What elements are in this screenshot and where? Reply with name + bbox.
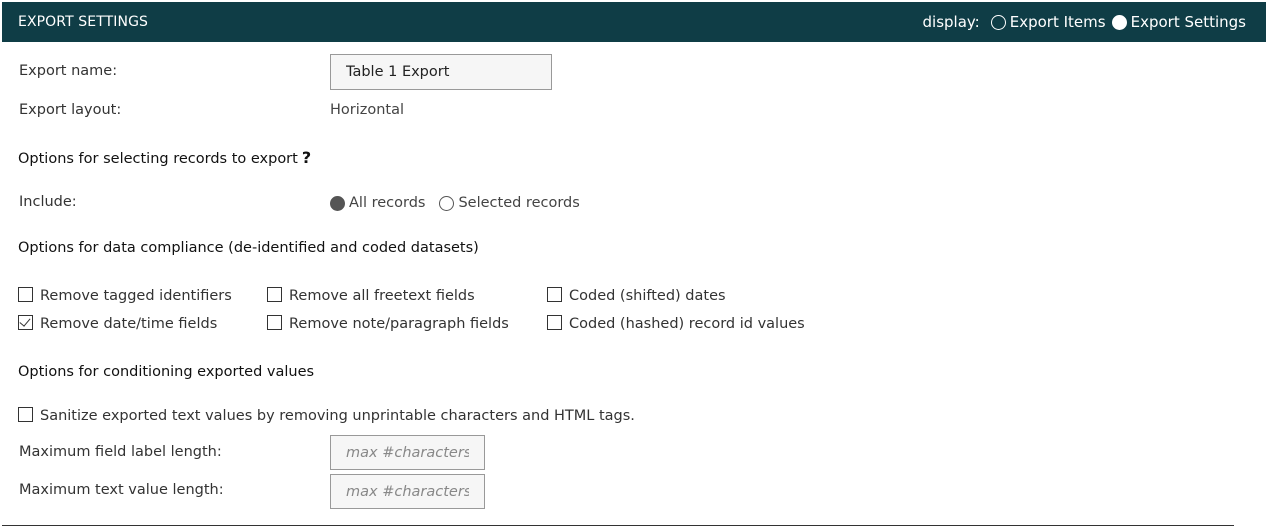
coded-hashed-record-id[interactable]: Coded (hashed) record id values bbox=[547, 314, 805, 332]
export-name-label: Export name: bbox=[19, 63, 118, 79]
include-all-records[interactable]: All records bbox=[330, 195, 425, 211]
checkbox-checked-icon[interactable] bbox=[18, 314, 33, 330]
display-label: display: bbox=[922, 13, 980, 31]
checkbox-label: Coded (shifted) dates bbox=[569, 288, 726, 304]
display-option-label: Export Settings bbox=[1130, 13, 1246, 31]
checkbox-unchecked-icon[interactable] bbox=[267, 286, 282, 302]
display-option-export-items[interactable]: Export Items bbox=[990, 13, 1106, 31]
export-settings-header: EXPORT SETTINGS display: Export Items Ex… bbox=[2, 2, 1266, 42]
checkbox-label: Remove date/time fields bbox=[40, 316, 218, 332]
display-toggle: display: Export Items Export Settings bbox=[923, 13, 1246, 31]
include-label: Include: bbox=[19, 194, 77, 210]
checkbox-unchecked-icon[interactable] bbox=[547, 286, 562, 302]
header-title: EXPORT SETTINGS bbox=[18, 14, 149, 30]
checkbox-label: Remove note/paragraph fields bbox=[289, 316, 509, 332]
include-selected-records[interactable]: Selected records bbox=[439, 195, 580, 211]
export-layout-value: Horizontal bbox=[330, 102, 405, 118]
section-title: Options for selecting records to export bbox=[18, 151, 298, 167]
bottom-divider bbox=[2, 525, 1234, 526]
radio-unchecked-icon[interactable] bbox=[439, 195, 455, 211]
display-option-label: Export Items bbox=[1009, 13, 1106, 31]
radio-label: All records bbox=[349, 195, 426, 211]
radio-label: Selected records bbox=[458, 195, 580, 211]
data-compliance-heading: Options for data compliance (de-identifi… bbox=[18, 240, 479, 256]
checkbox-label: Remove all freetext fields bbox=[289, 288, 475, 304]
remove-freetext-fields[interactable]: Remove all freetext fields bbox=[267, 286, 475, 304]
selecting-records-heading: Options for selecting records to export? bbox=[18, 148, 311, 167]
radio-checked-icon[interactable] bbox=[1111, 14, 1127, 30]
export-layout-label: Export layout: bbox=[19, 102, 122, 118]
export-name-input[interactable] bbox=[330, 54, 552, 90]
checkbox-unchecked-icon[interactable] bbox=[267, 314, 282, 330]
radio-checked-icon[interactable] bbox=[330, 195, 345, 211]
display-option-export-settings[interactable]: Export Settings bbox=[1111, 13, 1246, 31]
checkbox-label: Sanitize exported text values by removin… bbox=[40, 408, 635, 424]
checkbox-unchecked-icon[interactable] bbox=[18, 286, 33, 302]
help-icon[interactable]: ? bbox=[302, 148, 311, 167]
radio-unchecked-icon[interactable] bbox=[990, 14, 1006, 30]
conditioning-values-heading: Options for conditioning exported values bbox=[18, 364, 315, 380]
remove-date-time-fields[interactable]: Remove date/time fields bbox=[18, 314, 218, 332]
sanitize-text-values[interactable]: Sanitize exported text values by removin… bbox=[18, 406, 635, 424]
max-field-label-length-label: Maximum field label length: bbox=[19, 444, 222, 460]
max-text-value-length-input[interactable] bbox=[330, 474, 485, 509]
remove-note-paragraph-fields[interactable]: Remove note/paragraph fields bbox=[267, 314, 509, 332]
checkbox-label: Remove tagged identifiers bbox=[40, 288, 232, 304]
max-text-value-length-label: Maximum text value length: bbox=[19, 482, 224, 498]
remove-tagged-identifiers[interactable]: Remove tagged identifiers bbox=[18, 286, 232, 304]
checkbox-label: Coded (hashed) record id values bbox=[569, 316, 805, 332]
coded-shifted-dates[interactable]: Coded (shifted) dates bbox=[547, 286, 726, 304]
include-radio-group: All records Selected records bbox=[330, 195, 594, 211]
checkbox-unchecked-icon[interactable] bbox=[18, 406, 33, 422]
max-field-label-length-input[interactable] bbox=[330, 435, 485, 470]
checkbox-unchecked-icon[interactable] bbox=[547, 314, 562, 330]
